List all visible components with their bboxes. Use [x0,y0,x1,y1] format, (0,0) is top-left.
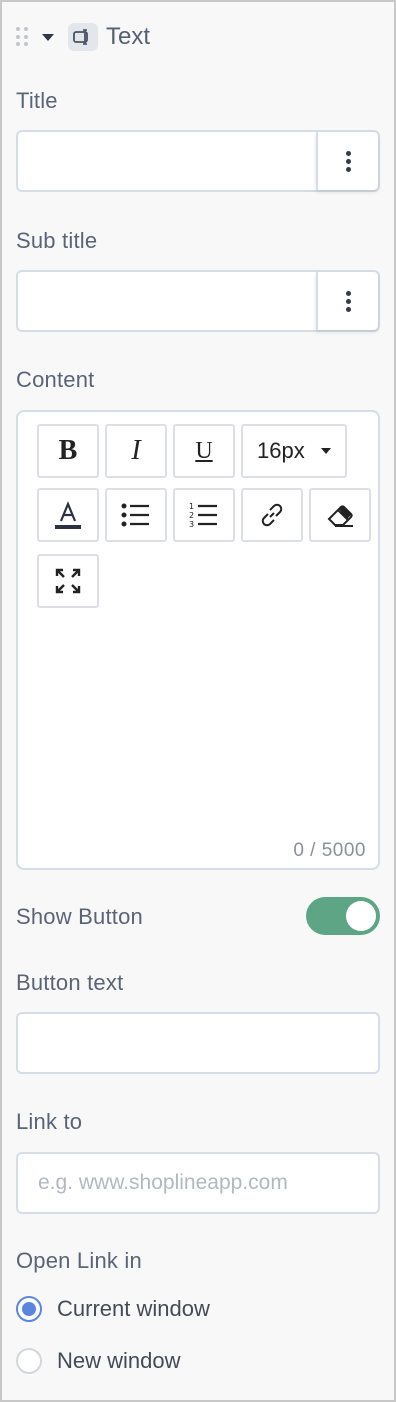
drag-handle-icon[interactable] [16,27,28,47]
link-icon [261,503,283,527]
expand-icon [55,568,81,594]
title-label: Title [16,88,58,113]
svg-text:3: 3 [189,520,194,529]
fullscreen-button[interactable] [37,554,99,608]
bold-icon: B [58,435,78,466]
radio-new-window-label: New window [57,1348,181,1373]
subtitle-input[interactable] [16,270,380,332]
more-icon [345,290,351,296]
font-size-select[interactable]: 16px [241,424,347,478]
text-block-icon [68,23,98,51]
toggle-knob [346,901,376,931]
title-input[interactable] [16,130,380,192]
block-title: Text [106,23,151,50]
radio-new-window[interactable]: New window [16,1348,181,1374]
link-url-placeholder: e.g. www.shoplineapp.com [38,1171,288,1194]
clear-format-button[interactable] [309,488,371,542]
collapse-caret-icon[interactable] [42,33,54,41]
text-block-settings-panel: Text Title Sub title Content B I U 16px [0,0,396,1402]
underline-button[interactable]: U [173,424,235,478]
underline-icon: U [195,437,213,464]
svg-text:2: 2 [189,511,194,520]
show-button-toggle[interactable] [306,897,380,935]
content-label: Content [16,367,95,392]
bold-button[interactable]: B [37,424,99,478]
show-button-label: Show Button [16,904,143,929]
block-header: Text [16,20,150,54]
chevron-down-icon [321,448,331,454]
radio-current-window-label: Current window [57,1296,210,1321]
subtitle-more-button[interactable] [316,272,378,330]
text-color-icon [55,501,81,529]
subtitle-label: Sub title [16,228,98,253]
link-button[interactable] [241,488,303,542]
radio-current-window[interactable]: Current window [16,1296,210,1322]
button-text-label: Button text [16,970,124,995]
eraser-icon [327,505,353,527]
bullet-list-button[interactable] [105,488,167,542]
font-size-value: 16px [257,438,305,463]
rich-text-editor[interactable]: B I U 16px 1 2 3 0 / 5000 [16,410,380,870]
numbered-list-button[interactable]: 1 2 3 [173,488,235,542]
svg-text:1: 1 [189,502,194,511]
link-url-input[interactable]: e.g. www.shoplineapp.com [16,1152,380,1214]
radio-button[interactable] [16,1348,42,1374]
open-link-in-label: Open Link in [16,1248,142,1273]
button-text-input[interactable] [16,1012,380,1074]
link-to-label: Link to [16,1109,83,1134]
title-more-button[interactable] [316,132,378,190]
radio-button-selected[interactable] [16,1296,42,1322]
italic-button[interactable]: I [105,424,167,478]
numbered-list-icon: 1 2 3 [189,502,217,529]
character-counter: 0 / 5000 [293,840,366,861]
text-color-button[interactable] [37,488,99,542]
more-icon [345,150,351,156]
italic-icon: I [131,435,141,466]
bullet-list-icon [121,503,149,527]
